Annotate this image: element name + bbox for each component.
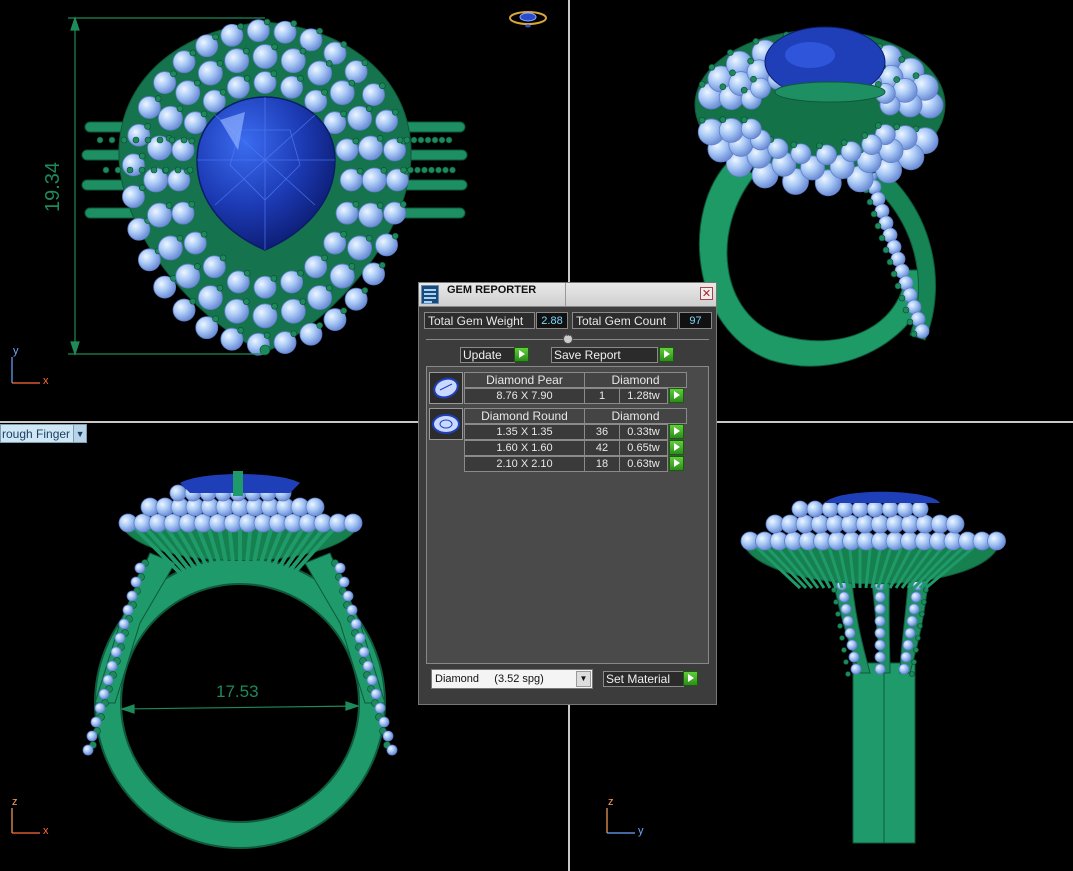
gem-material: Diamond — [584, 372, 687, 388]
gem-size: 1.60 X 1.60 — [464, 440, 585, 456]
gem-report-icon — [421, 285, 439, 304]
axis-z-label: z — [12, 796, 18, 808]
update-button[interactable]: Update — [460, 347, 515, 363]
axis-x-label: x — [43, 375, 49, 387]
gem-weight: 0.65tw — [619, 440, 668, 456]
gem-reporter-titlebar[interactable]: GEM REPORTER ✕ — [419, 283, 716, 307]
close-icon[interactable]: ✕ — [700, 287, 713, 300]
gem-size: 2.10 X 2.10 — [464, 456, 585, 472]
set-material-go-icon[interactable] — [683, 671, 698, 686]
gem-size: 1.35 X 1.35 — [464, 424, 585, 440]
total-gem-count-value: 97 — [679, 312, 712, 329]
gem-reporter-panel: GEM REPORTER ✕ Total Gem Weight 2.88 Tot… — [418, 282, 717, 705]
axis-z-label: z — [608, 796, 614, 808]
gem-weight: 1.28tw — [619, 388, 668, 404]
update-go-icon[interactable] — [514, 347, 529, 362]
gem-shape: Diamond Round — [464, 408, 585, 424]
halo-diamonds — [740, 500, 1006, 551]
gem-material: Diamond — [584, 408, 687, 424]
view-mode-dropdown[interactable]: rough Finger ▼ — [0, 424, 88, 443]
gem-count: 18 — [584, 456, 620, 472]
gem-size: 8.76 X 7.90 — [464, 388, 585, 404]
material-select-value: Diamond (3.52 spg) — [435, 673, 544, 685]
total-gem-weight-value: 2.88 — [536, 312, 568, 329]
gem-count: 36 — [584, 424, 620, 440]
select-gems-go-icon[interactable] — [669, 440, 684, 455]
select-gems-go-icon[interactable] — [669, 456, 684, 471]
chevron-down-icon: ▼ — [73, 425, 87, 442]
total-gem-count-label: Total Gem Count — [572, 312, 678, 329]
save-report-go-icon[interactable] — [659, 347, 674, 362]
collapse-toggle-icon[interactable] — [563, 333, 573, 344]
gem-list[interactable]: Diamond Pear Diamond 8.76 X 7.90 1 1.28t… — [426, 366, 709, 664]
axis-x-label: x — [43, 825, 49, 837]
set-material-button[interactable]: Set Material — [603, 671, 684, 687]
axis-y-label: y — [13, 345, 19, 357]
gem-weight: 0.63tw — [619, 456, 668, 472]
axis-y-label: y — [638, 825, 644, 837]
gem-weight: 0.33tw — [619, 424, 668, 440]
sapphire-profile — [825, 491, 940, 503]
total-gem-weight-label: Total Gem Weight — [424, 312, 535, 329]
material-select[interactable]: Diamond (3.52 spg) ▼ — [431, 669, 593, 689]
gem-shape: Diamond Pear — [464, 372, 585, 388]
select-gems-go-icon[interactable] — [669, 388, 684, 403]
pear-gem-thumbnail[interactable] — [429, 372, 463, 404]
round-gem-thumbnail[interactable] — [429, 408, 463, 440]
gem-reporter-title: GEM REPORTER — [447, 284, 537, 296]
ring-orientation-icon — [509, 11, 547, 28]
chevron-down-icon: ▼ — [576, 671, 591, 687]
gem-count: 42 — [584, 440, 620, 456]
gem-count: 1 — [584, 388, 620, 404]
save-report-button[interactable]: Save Report — [551, 347, 658, 363]
height-dimension-label: 19.34 — [42, 161, 64, 212]
inner-diameter-label: 17.53 — [216, 682, 259, 701]
inner-diameter-dimension — [120, 701, 360, 714]
select-gems-go-icon[interactable] — [669, 424, 684, 439]
view-mode-label: rough Finger — [2, 426, 71, 441]
